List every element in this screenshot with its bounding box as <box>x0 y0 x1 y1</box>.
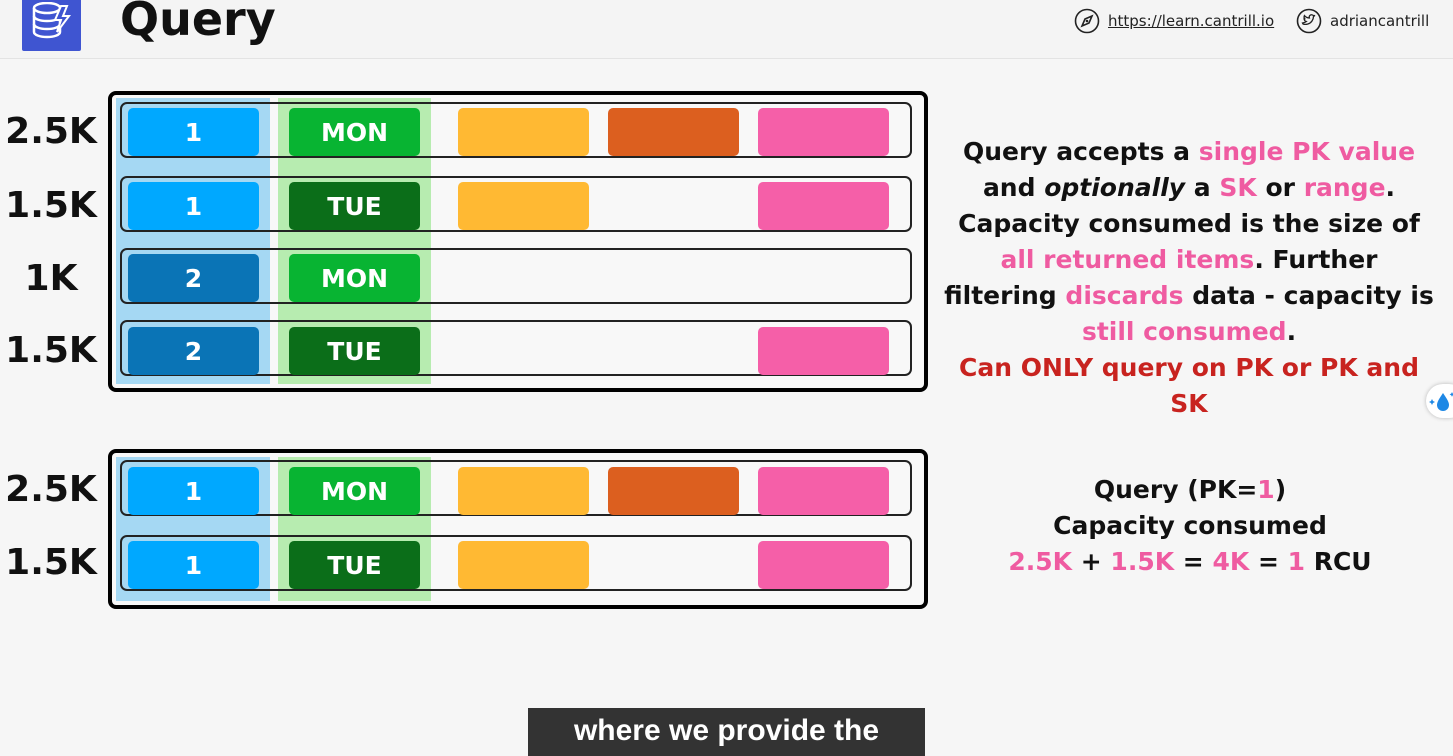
summary-text: ) <box>1274 475 1287 504</box>
sk-cell: MON <box>289 467 420 515</box>
query-explanation: Query accepts a single PK value and opti… <box>942 134 1436 422</box>
summary-text: Query (PK= <box>1093 475 1258 504</box>
pk-cell: 1 <box>128 182 259 230</box>
summary-text: + <box>1072 547 1111 576</box>
sk-cell: TUE <box>289 182 420 230</box>
twitter-handle: adriancantrill <box>1330 12 1430 30</box>
item-size-label: 1.5K <box>5 185 97 226</box>
sk-cell: TUE <box>289 541 420 589</box>
explanation-italic: optionally <box>1044 173 1186 202</box>
summary-text: RCU <box>1305 547 1372 576</box>
twitter-link[interactable]: adriancantrill <box>1296 8 1429 34</box>
attribute-cell <box>458 108 589 156</box>
explanation-highlight: discards <box>1065 281 1184 310</box>
video-caption: where we provide the <box>528 708 925 756</box>
explanation-text: or <box>1256 173 1304 202</box>
item-size-label: 1.5K <box>5 330 97 371</box>
summary-highlight: 1 <box>1287 547 1305 576</box>
attribute-cell <box>758 327 889 375</box>
summary-highlight: 2.5K <box>1008 547 1073 576</box>
item-size-label: 1K <box>24 258 78 299</box>
twitter-icon <box>1296 8 1322 34</box>
dynamodb-logo <box>22 0 81 51</box>
summary-text: = <box>1249 547 1288 576</box>
pk-cell: 2 <box>128 327 259 375</box>
explanation-text: data - capacity is <box>1183 281 1434 310</box>
pk-cell: 2 <box>128 254 259 302</box>
attribute-cell <box>758 467 889 515</box>
attribute-cell <box>458 182 589 230</box>
item-size-label: 2.5K <box>5 111 97 152</box>
attribute-cell <box>758 108 889 156</box>
explanation-highlight: range <box>1303 173 1386 202</box>
summary-highlight: 1 <box>1257 475 1275 504</box>
explanation-highlight: still consumed <box>1081 317 1287 346</box>
item-size-label: 2.5K <box>5 469 97 510</box>
website-link[interactable]: https://learn.cantrill.io <box>1074 8 1274 34</box>
pk-cell: 1 <box>128 467 259 515</box>
attribute-cell <box>758 182 889 230</box>
attribute-cell <box>758 541 889 589</box>
droplet-sparkle-icon <box>1429 392 1453 411</box>
page-title: Query <box>120 0 276 46</box>
summary-text: = <box>1174 547 1213 576</box>
explanation-text: a <box>1185 173 1220 202</box>
attribute-cell <box>608 467 739 515</box>
explanation-text: Query accepts a <box>962 137 1199 166</box>
website-link-text: https://learn.cantrill.io <box>1108 12 1275 30</box>
floating-assistant-button[interactable] <box>1426 384 1453 418</box>
database-lightning-icon <box>32 2 71 39</box>
attribute-cell <box>458 467 589 515</box>
slide-header: Query https://learn.cantrill.io adrianca… <box>0 0 1453 59</box>
explanation-highlight: all returned items <box>1000 245 1255 274</box>
warning-text: Can ONLY query on PK or PK and SK <box>959 353 1419 418</box>
explanation-highlight: SK <box>1219 173 1257 202</box>
pk-cell: 1 <box>128 541 259 589</box>
summary-highlight: 4K <box>1212 547 1250 576</box>
sk-cell: MON <box>289 254 420 302</box>
attribute-cell <box>458 541 589 589</box>
explanation-text: . <box>1286 317 1297 346</box>
item-size-label: 1.5K <box>5 542 97 583</box>
explanation-text: and <box>982 173 1045 202</box>
pk-cell: 1 <box>128 108 259 156</box>
sk-cell: TUE <box>289 327 420 375</box>
compass-icon <box>1074 8 1100 34</box>
capacity-summary: Query (PK=1) Capacity consumed 2.5K + 1.… <box>990 472 1390 580</box>
sk-cell: MON <box>289 108 420 156</box>
summary-text: Capacity consumed <box>1053 511 1327 540</box>
explanation-highlight: single PK value <box>1198 137 1416 166</box>
attribute-cell <box>608 108 739 156</box>
summary-highlight: 1.5K <box>1110 547 1175 576</box>
